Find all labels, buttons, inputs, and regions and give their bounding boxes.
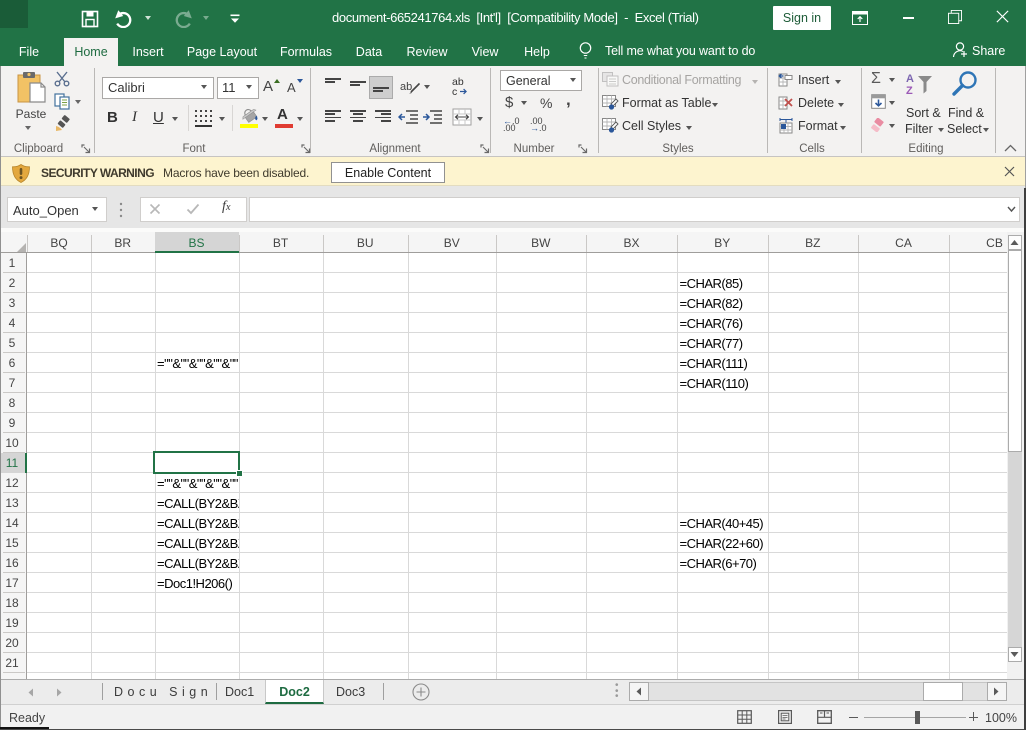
svg-text:Z: Z	[906, 85, 913, 95]
svg-text:ab: ab	[400, 81, 412, 93]
svg-text:A: A	[906, 73, 914, 85]
svg-text:c: c	[452, 86, 457, 96]
